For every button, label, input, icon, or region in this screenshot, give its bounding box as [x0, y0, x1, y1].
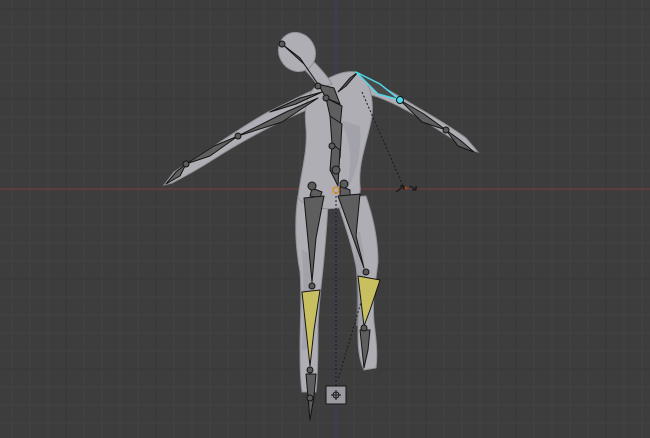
- viewport-canvas[interactable]: [0, 0, 650, 438]
- 3d-viewport[interactable]: [0, 0, 650, 438]
- ik-target-icon[interactable]: [325, 385, 347, 405]
